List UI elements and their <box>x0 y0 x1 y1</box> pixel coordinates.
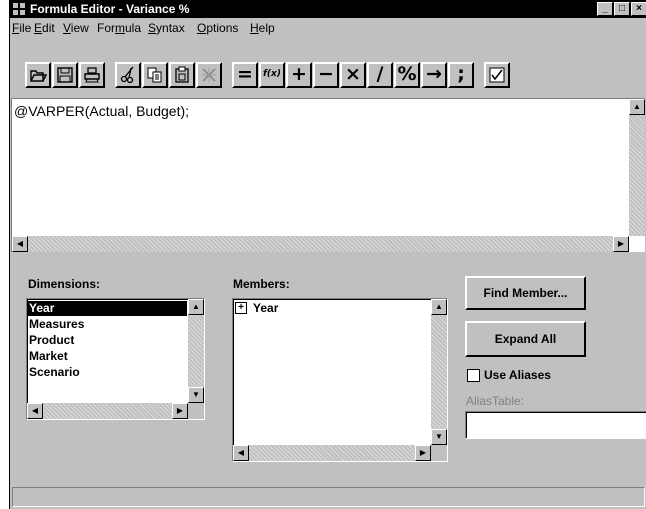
menu-file[interactable]: File <box>12 21 31 35</box>
dimension-item-product[interactable]: Product <box>29 333 74 348</box>
save-disk-icon <box>57 67 73 83</box>
alias-table-field[interactable] <box>465 411 646 439</box>
equals-icon: = <box>237 63 253 85</box>
operator-equals-button[interactable]: = <box>232 62 258 88</box>
find-member-button[interactable]: Find Member... <box>465 276 586 310</box>
expand-toggle-icon[interactable]: + <box>235 302 247 314</box>
members-scroll-left[interactable]: ◀ <box>233 445 249 461</box>
dimensions-size-grip <box>188 403 204 419</box>
menu-syntax[interactable]: Syntax <box>148 21 185 35</box>
members-vertical-scrollbar[interactable]: ▲ ▼ <box>431 299 447 445</box>
check-syntax-button[interactable] <box>484 62 510 88</box>
editor-horizontal-scrollbar[interactable]: ◀ ▶ <box>12 236 629 252</box>
operator-semicolon-button[interactable]: ; <box>448 62 474 88</box>
members-scroll-up[interactable]: ▲ <box>431 299 447 315</box>
operator-divide-button[interactable]: / <box>367 62 393 88</box>
scroll-up-button[interactable]: ▲ <box>629 99 645 115</box>
formula-editor-window: Formula Editor - Variance % _ □ × File E… <box>9 0 646 509</box>
members-scroll-down[interactable]: ▼ <box>431 429 447 445</box>
title-bar[interactable]: Formula Editor - Variance % _ □ × <box>10 0 646 18</box>
percent-icon: % <box>397 63 417 85</box>
dimensions-scroll-down[interactable]: ▼ <box>188 387 204 403</box>
arrow-right-icon: → <box>426 63 442 85</box>
close-icon: × <box>636 3 642 14</box>
system-menu-icon[interactable] <box>12 2 26 16</box>
save-button[interactable] <box>52 62 78 88</box>
formula-editor[interactable]: @VARPER(Actual, Budget); ▲ ◀ ▶ <box>11 98 645 252</box>
members-scroll-right[interactable]: ▶ <box>415 445 431 461</box>
dimensions-label: Dimensions: <box>28 277 101 291</box>
dimensions-horizontal-scrollbar[interactable]: ◀ ▶ <box>27 403 188 419</box>
plus-icon: + <box>291 63 307 85</box>
paste-clipboard-icon <box>175 66 189 83</box>
operator-minus-button[interactable]: − <box>313 62 339 88</box>
member-item-year[interactable]: Year <box>253 301 278 316</box>
copy-button[interactable] <box>142 62 168 88</box>
expand-all-button[interactable]: Expand All <box>465 321 586 357</box>
window-title: Formula Editor - Variance % <box>30 2 190 16</box>
operator-multiply-button[interactable]: × <box>340 62 366 88</box>
close-button[interactable]: × <box>631 2 646 16</box>
open-button[interactable] <box>25 62 51 88</box>
dimension-item-market[interactable]: Market <box>29 349 68 364</box>
use-aliases-checkbox[interactable] <box>467 369 480 382</box>
function-icon: f(x) <box>263 69 281 79</box>
menu-help[interactable]: Help <box>250 21 275 35</box>
editor-vertical-scrollbar[interactable]: ▲ <box>629 99 645 236</box>
semicolon-icon: ; <box>457 63 465 85</box>
dimensions-scroll-right[interactable]: ▶ <box>172 403 188 419</box>
dimension-item-year[interactable]: Year <box>29 301 54 316</box>
use-aliases-label[interactable]: Use Aliases <box>484 368 551 382</box>
clear-icon <box>202 68 216 82</box>
check-syntax-icon <box>489 67 505 83</box>
dimension-item-measures[interactable]: Measures <box>29 317 84 332</box>
open-folder-icon <box>30 70 47 82</box>
status-bar <box>12 487 645 507</box>
copy-icon <box>147 67 162 83</box>
scroll-right-button[interactable]: ▶ <box>613 236 629 252</box>
dimension-item-scenario[interactable]: Scenario <box>29 365 80 380</box>
cut-button[interactable] <box>115 62 141 88</box>
divide-icon: / <box>376 63 384 85</box>
minimize-button[interactable]: _ <box>597 2 613 16</box>
members-label: Members: <box>233 277 290 291</box>
formula-text[interactable]: @VARPER(Actual, Budget); <box>14 103 189 119</box>
members-tree[interactable]: + Year ▲ ▼ ◀ ▶ <box>232 298 448 462</box>
cut-scissors-icon <box>120 66 134 84</box>
minus-icon: − <box>318 63 334 85</box>
menu-formula[interactable]: Formula <box>97 21 141 35</box>
maximize-icon: □ <box>618 3 626 14</box>
print-icon <box>84 67 100 83</box>
operator-percent-button[interactable]: % <box>394 62 420 88</box>
minimize-icon: _ <box>602 3 608 14</box>
dimensions-scroll-up[interactable]: ▲ <box>188 299 204 315</box>
maximize-button[interactable]: □ <box>614 2 630 16</box>
scroll-left-button[interactable]: ◀ <box>12 236 28 252</box>
alias-table-label: AliasTable: <box>466 394 525 408</box>
menu-edit[interactable]: Edit <box>34 21 55 35</box>
dimensions-scroll-left[interactable]: ◀ <box>27 403 43 419</box>
print-button[interactable] <box>79 62 105 88</box>
operator-arrow-button[interactable]: → <box>421 62 447 88</box>
clear-button[interactable] <box>196 62 222 88</box>
dimensions-vertical-scrollbar[interactable]: ▲ ▼ <box>188 299 204 403</box>
function-button[interactable]: f(x) <box>259 62 285 88</box>
toolbar: = f(x) + − × / % → ; <box>10 38 646 96</box>
menu-bar: File Edit View Formula Syntax Options He… <box>10 18 646 38</box>
paste-button[interactable] <box>169 62 195 88</box>
menu-options[interactable]: Options <box>197 21 238 35</box>
menu-view[interactable]: View <box>63 21 89 35</box>
dimensions-listbox[interactable]: Year Measures Product Market Scenario ▲ … <box>26 298 205 420</box>
multiply-icon: × <box>345 63 361 85</box>
operator-plus-button[interactable]: + <box>286 62 312 88</box>
members-horizontal-scrollbar[interactable]: ◀ ▶ <box>233 445 431 461</box>
members-size-grip <box>431 445 447 461</box>
